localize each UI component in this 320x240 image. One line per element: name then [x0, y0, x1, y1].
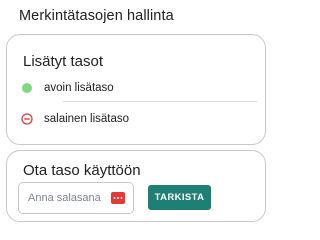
password-key-icon[interactable] — [111, 192, 125, 204]
added-levels-title: Lisätyt tasot — [23, 53, 104, 70]
level-item-label: salainen lisätaso — [44, 113, 130, 125]
level-item-secret[interactable]: salainen lisätaso — [19, 108, 255, 130]
added-levels-card: Lisätyt tasot avoin lisätaso salainen li… — [6, 34, 266, 145]
open-dot-icon — [22, 83, 32, 93]
page: Merkintätasojen hallinta Lisätyt tasot a… — [0, 0, 272, 226]
level-item-label: avoin lisätaso — [44, 82, 114, 94]
level-item-open[interactable]: avoin lisätaso — [19, 77, 255, 99]
enable-level-card: Ota taso käyttöön TARKISTA — [6, 150, 266, 222]
divider — [63, 101, 257, 102]
locked-icon — [21, 113, 33, 125]
password-input[interactable] — [19, 183, 109, 213]
enable-level-title: Ota taso käyttöön — [23, 162, 141, 179]
check-button[interactable]: TARKISTA — [148, 185, 211, 210]
password-field — [18, 182, 134, 214]
page-title: Merkintätasojen hallinta — [19, 8, 174, 24]
